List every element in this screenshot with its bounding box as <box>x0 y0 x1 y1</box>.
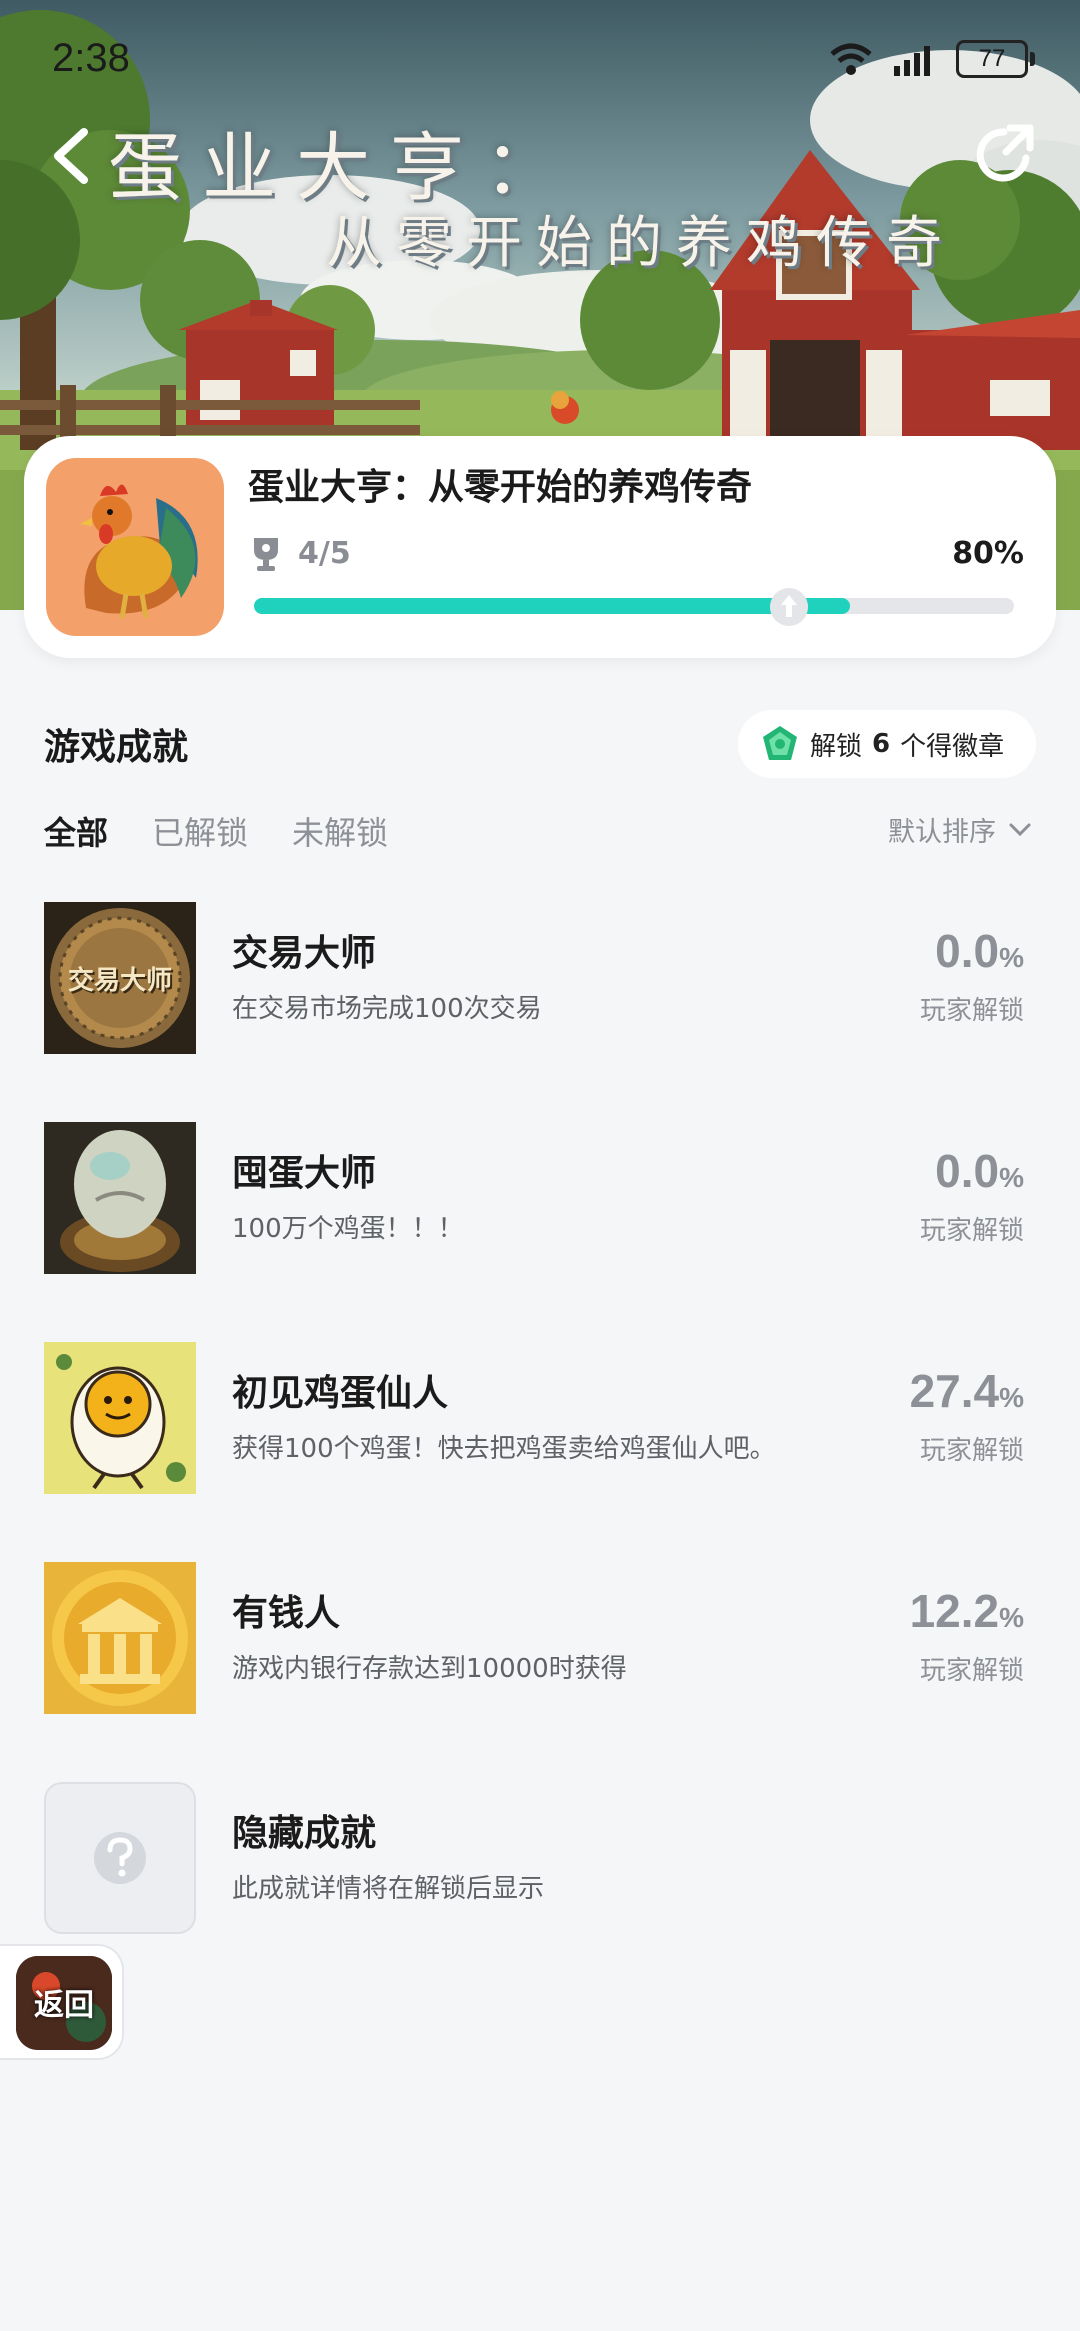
achievement-desc: 获得100个鸡蛋！快去把鸡蛋卖给鸡蛋仙人吧。 <box>232 1434 776 1464</box>
status-time: 2:38 <box>52 36 130 80</box>
achievement-rate: 12.2% <box>909 1585 1024 1637</box>
tab-all[interactable]: 全部 <box>44 808 108 854</box>
completion-percent: 80% <box>952 536 1024 571</box>
trophy-icon <box>254 538 278 571</box>
sort-dropdown[interactable]: 默认排序 <box>888 810 1032 849</box>
achievement-thumb <box>44 1562 196 1714</box>
achievement-title: 交易大师 <box>232 933 377 974</box>
achievement-item-trade-master[interactable]: 交易大师 交易大师 在交易市场完成100次交易 0.0% 玩家解锁 <box>44 902 1036 1054</box>
achievement-title: 囤蛋大师 <box>232 1153 377 1194</box>
return-label: 返回 <box>34 1988 94 2023</box>
sort-label: 默认排序 <box>888 817 996 848</box>
signal-icon <box>894 46 930 76</box>
achievement-rate-label: 玩家解锁 <box>919 1216 1024 1246</box>
achievement-item-rich-person[interactable]: 有钱人 游戏内银行存款达到10000时获得 12.2% 玩家解锁 <box>44 1562 1036 1714</box>
section-title: 游戏成就 <box>44 727 189 768</box>
wifi-icon <box>830 43 872 75</box>
achievement-desc: 游戏内银行存款达到10000时获得 <box>232 1654 627 1684</box>
game-summary-card[interactable]: 蛋业大亨：从零开始的养鸡传奇 4/5 80% <box>24 436 1056 658</box>
tab-locked[interactable]: 未解锁 <box>292 808 388 854</box>
badge-unlock-pill[interactable]: 解锁 6 个得徽章 <box>738 710 1036 778</box>
achievement-thumb-text: 交易大师 <box>67 966 172 996</box>
tab-unlocked[interactable]: 已解锁 <box>152 808 248 854</box>
question-mark-icon <box>94 1832 146 1884</box>
achievement-thumb <box>44 1342 196 1494</box>
achievement-title: 隐藏成就 <box>232 1813 377 1854</box>
progress-end-badge-icon <box>770 588 808 626</box>
achievement-desc: 100万个鸡蛋！！！ <box>232 1214 464 1244</box>
return-game-thumb: 返回 <box>16 1956 112 2050</box>
achievement-filter-tabs: 全部 已解锁 未解锁 <box>44 808 388 854</box>
achievement-title: 初见鸡蛋仙人 <box>232 1373 449 1414</box>
achievement-item-hidden[interactable]: 隐藏成就 此成就详情将在解锁后显示 <box>44 1782 1036 1934</box>
floating-return-button[interactable]: 返回 <box>0 1944 124 2060</box>
game-title: 蛋业大亨：从零开始的养鸡传奇 <box>248 467 753 508</box>
achievement-thumb <box>44 1122 196 1274</box>
achievement-item-egg-immortal[interactable]: 初见鸡蛋仙人 获得100个鸡蛋！快去把鸡蛋卖给鸡蛋仙人吧。 27.4% 玩家解锁 <box>44 1342 1036 1494</box>
progress-fill <box>254 598 850 614</box>
badge-pill-suffix: 个得徽章 <box>900 731 1005 762</box>
achievement-title: 有钱人 <box>232 1593 341 1634</box>
achievement-rate: 0.0% <box>935 925 1024 977</box>
achievement-rate-label: 玩家解锁 <box>919 1436 1024 1466</box>
badge-pill-count: 6 <box>872 729 891 759</box>
badge-pill-prefix: 解锁 <box>810 731 863 762</box>
status-bar: 2:38 77 <box>52 36 1035 86</box>
back-button[interactable] <box>40 120 100 190</box>
trophy-count: 4/5 <box>298 536 351 571</box>
badge-icon <box>763 726 797 760</box>
completion-progress-bar <box>254 598 1014 614</box>
achievement-desc: 此成就详情将在解锁后显示 <box>232 1874 545 1904</box>
achievement-desc: 在交易市场完成100次交易 <box>232 994 542 1024</box>
battery-icon: 77 <box>956 40 1035 78</box>
achievement-rate-label: 玩家解锁 <box>919 996 1024 1026</box>
achievement-thumb: 交易大师 <box>44 902 196 1054</box>
chevron-down-icon <box>1009 823 1031 836</box>
game-icon <box>46 458 224 636</box>
achievement-rate: 27.4% <box>909 1365 1024 1417</box>
share-button[interactable] <box>970 120 1040 190</box>
hidden-achievement-thumb <box>44 1782 196 1934</box>
achievement-rate: 0.0% <box>935 1145 1024 1197</box>
achievement-item-egg-hoarder[interactable]: 囤蛋大师 100万个鸡蛋！！！ 0.0% 玩家解锁 <box>44 1122 1036 1274</box>
achievement-rate-label: 玩家解锁 <box>919 1656 1024 1686</box>
hero-title-line2: 从零开始的养鸡传奇 <box>326 211 956 276</box>
